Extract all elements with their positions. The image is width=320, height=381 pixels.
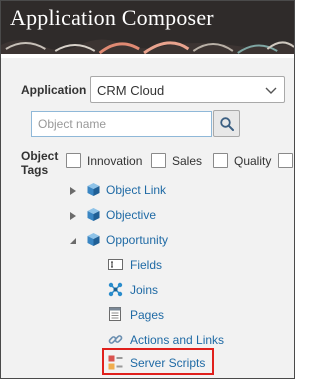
expand-caret-icon[interactable] bbox=[69, 211, 77, 221]
tree-node-label[interactable]: Pages bbox=[130, 308, 164, 322]
header-decorative-pattern bbox=[1, 39, 294, 54]
object-cube-icon bbox=[87, 183, 100, 196]
collapse-caret-icon[interactable] bbox=[68, 237, 77, 245]
object-name-search-input[interactable] bbox=[31, 111, 212, 137]
object-tags-label-line1: Object bbox=[21, 149, 59, 163]
chevron-down-icon bbox=[265, 87, 277, 94]
checkbox[interactable] bbox=[213, 153, 228, 168]
header-bar: Application Composer bbox=[1, 1, 294, 54]
joins-icon bbox=[108, 282, 123, 297]
tree-node-label[interactable]: Actions and Links bbox=[130, 333, 224, 347]
fields-icon bbox=[108, 259, 123, 270]
tree-node-label[interactable]: Object Link bbox=[106, 183, 166, 197]
tree-node-label[interactable]: Objective bbox=[106, 208, 156, 222]
link-chain-icon bbox=[108, 335, 123, 344]
tree-node-label[interactable]: Fields bbox=[130, 258, 162, 272]
server-scripts-icon bbox=[108, 355, 123, 370]
search-icon bbox=[220, 117, 234, 131]
tree-node-label[interactable]: Opportunity bbox=[106, 233, 168, 247]
tag-label: Sales bbox=[172, 154, 203, 168]
object-tags-label: Object Tags bbox=[21, 149, 58, 177]
object-tags-label-line2: Tags bbox=[21, 163, 49, 177]
page-title: Application Composer bbox=[10, 5, 214, 30]
checkbox[interactable] bbox=[66, 153, 81, 168]
pages-icon bbox=[109, 307, 121, 321]
object-cube-icon bbox=[87, 208, 100, 221]
tag-label: Innovation bbox=[87, 154, 143, 168]
checkbox[interactable] bbox=[278, 153, 293, 168]
application-label: Application bbox=[21, 83, 87, 97]
tree-node-label[interactable]: Joins bbox=[130, 283, 158, 297]
checkbox[interactable] bbox=[151, 153, 166, 168]
expand-caret-icon[interactable] bbox=[69, 186, 77, 196]
application-select-value: CRM Cloud bbox=[97, 83, 165, 98]
search-button[interactable] bbox=[213, 110, 240, 137]
application-composer-window: Application Composer Application CRM Clo… bbox=[0, 0, 295, 379]
tree-node-label[interactable]: Server Scripts bbox=[130, 356, 205, 370]
object-cube-icon bbox=[87, 233, 100, 246]
application-select[interactable]: CRM Cloud bbox=[90, 76, 285, 103]
tag-label: Quality bbox=[234, 154, 272, 168]
